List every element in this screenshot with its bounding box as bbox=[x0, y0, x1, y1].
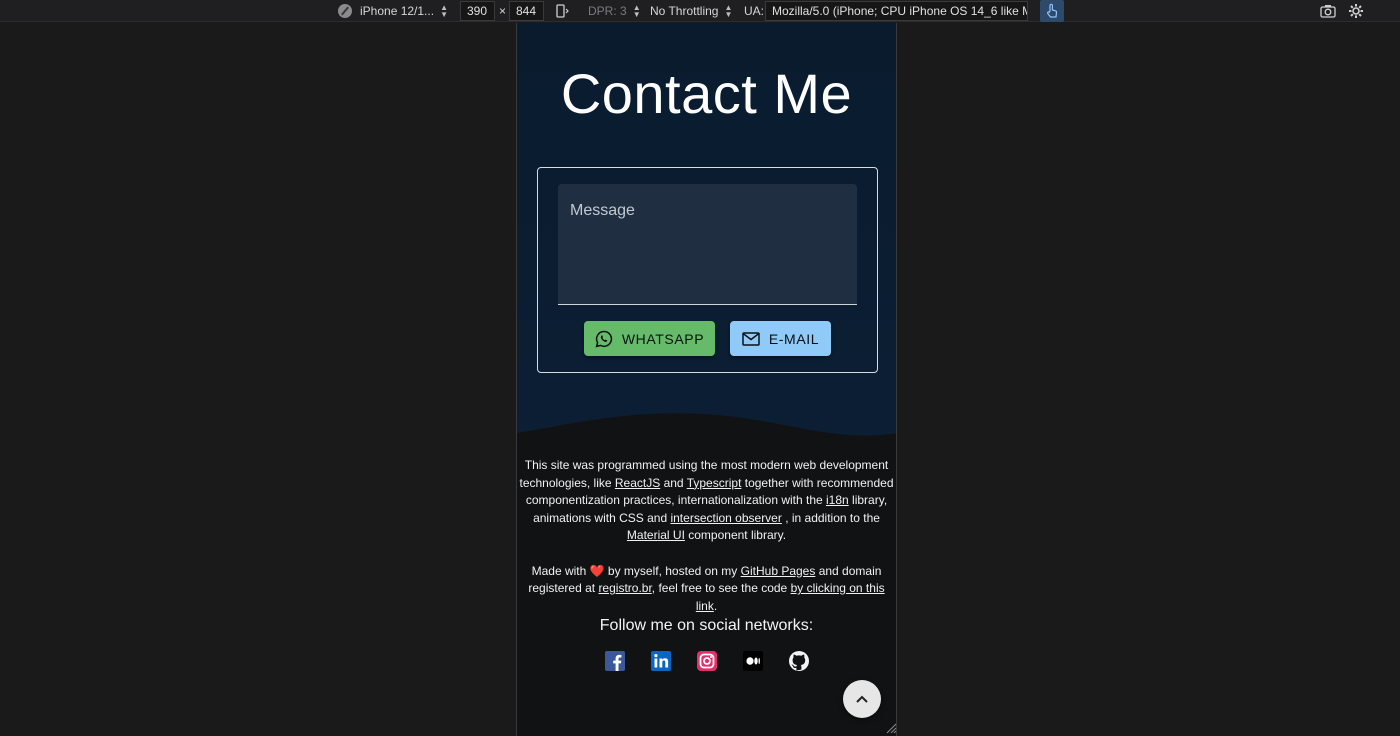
contact-form-card: WHATSAPP E-MAIL bbox=[537, 167, 878, 373]
scroll-to-top-button[interactable] bbox=[843, 680, 881, 718]
material-ui-link[interactable]: Material UI bbox=[627, 528, 685, 542]
touch-icon[interactable] bbox=[1040, 0, 1064, 22]
whatsapp-icon bbox=[595, 330, 612, 347]
rotate-icon[interactable] bbox=[555, 0, 569, 22]
height-input[interactable]: 844 bbox=[509, 1, 544, 21]
credits-paragraph: Made with ❤️ by myself, hosted on my Git… bbox=[519, 563, 894, 616]
typescript-link[interactable]: Typescript bbox=[687, 476, 742, 490]
text: , in addition to the bbox=[781, 510, 880, 525]
whatsapp-label: WHATSAPP bbox=[621, 330, 705, 347]
updown-icon: ▲ ▼ bbox=[440, 3, 448, 19]
gear-icon[interactable] bbox=[1348, 0, 1364, 22]
devtools-device-toolbar: iPhone 12/1... ▲ ▼ 390 × 844 DPR: 3 ▲ ▼ No… bbox=[0, 0, 1400, 22]
follow-heading: Follow me on social networks: bbox=[599, 617, 814, 634]
dpr-select[interactable]: DPR: 3 ▲ ▼ bbox=[588, 0, 641, 22]
screenshot-icon[interactable] bbox=[1320, 0, 1336, 22]
message-input[interactable] bbox=[558, 184, 857, 305]
contact-section: Contact Me WHATSAPP E-MAIL bbox=[517, 23, 896, 463]
tech-paragraph: This site was programmed using the most … bbox=[519, 457, 894, 545]
text: . bbox=[713, 598, 718, 613]
email-label: E-MAIL bbox=[768, 330, 820, 347]
instagram-icon[interactable] bbox=[696, 651, 717, 671]
device-name: iPhone 12/1... bbox=[360, 4, 435, 18]
chevron-up-icon bbox=[856, 695, 868, 703]
linkedin-icon[interactable] bbox=[650, 651, 671, 671]
registro-link[interactable]: registro.br bbox=[598, 581, 651, 595]
phone-viewport: Contact Me WHATSAPP E-MAIL This site was… bbox=[516, 23, 897, 736]
text: Made with bbox=[531, 563, 590, 578]
mail-icon bbox=[742, 331, 760, 346]
i18n-link[interactable]: i18n bbox=[826, 493, 849, 507]
whatsapp-button[interactable]: WHATSAPP bbox=[584, 321, 715, 356]
text: , feel free to see the code bbox=[651, 581, 791, 596]
page-title: Contact Me bbox=[560, 62, 853, 125]
ua-input[interactable]: Mozilla/5.0 (iPhone; CPU iPhone OS 14_6 … bbox=[765, 1, 1028, 21]
updown-icon: ▲ ▼ bbox=[724, 3, 733, 19]
facebook-icon[interactable] bbox=[604, 651, 625, 671]
heart-icon: ❤️ bbox=[589, 563, 605, 578]
text: by myself, hosted on my bbox=[604, 563, 741, 578]
device-select[interactable]: iPhone 12/1... ▲ ▼ bbox=[338, 0, 448, 22]
ua-label: UA: bbox=[744, 4, 765, 18]
text: component library. bbox=[684, 528, 787, 543]
compass-icon bbox=[338, 4, 352, 18]
dpr-label: DPR: 3 bbox=[588, 4, 627, 18]
github-icon[interactable] bbox=[788, 651, 809, 671]
throttling-label: No Throttling bbox=[650, 4, 719, 18]
text: and bbox=[660, 475, 687, 490]
github-pages-link[interactable]: GitHub Pages bbox=[741, 564, 816, 578]
social-links bbox=[517, 651, 896, 671]
throttling-select[interactable]: No Throttling ▲ ▼ bbox=[650, 0, 732, 22]
reactjs-link[interactable]: ReactJS bbox=[615, 476, 660, 490]
medium-icon[interactable] bbox=[742, 651, 763, 671]
times-sign: × bbox=[499, 4, 507, 18]
updown-icon: ▲ ▼ bbox=[632, 3, 641, 19]
width-input[interactable]: 390 bbox=[460, 1, 495, 21]
intersection-observer-link[interactable]: intersection observer bbox=[670, 511, 781, 525]
resize-handle-icon[interactable] bbox=[885, 722, 897, 734]
email-button[interactable]: E-MAIL bbox=[730, 321, 831, 356]
footer-description: This site was programmed using the most … bbox=[517, 457, 896, 615]
